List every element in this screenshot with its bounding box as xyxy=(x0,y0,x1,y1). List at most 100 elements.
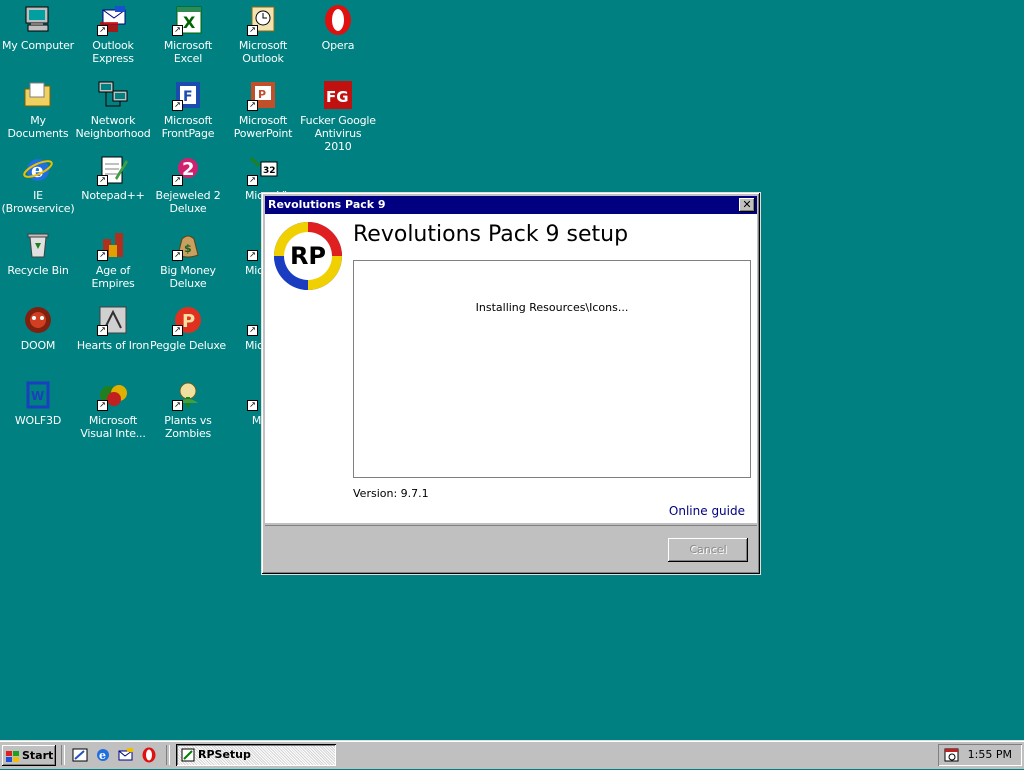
desktop-icon-microsoft-excel[interactable]: X ↗ Microsoft Excel xyxy=(150,2,226,65)
desktop-icon-outlook-express[interactable]: ↗ Outlook Express xyxy=(75,2,151,65)
peggle-icon: P ↗ xyxy=(172,304,204,336)
desktop-icon-label: Fucker Google Antivirus 2010 xyxy=(300,114,376,153)
close-button[interactable]: ✕ xyxy=(739,198,755,212)
desktop-icon-big-money[interactable]: $ ↗ Big Money Deluxe xyxy=(150,227,226,290)
hearts-of-iron-icon: ↗ xyxy=(97,304,129,336)
desktop-icon-network-neighborhood[interactable]: Network Neighborhood xyxy=(75,77,151,140)
cancel-button[interactable]: Cancel xyxy=(668,538,748,562)
folder-icon xyxy=(22,79,54,111)
clock[interactable]: 1:55 PM xyxy=(968,744,1012,766)
plants-vs-zombies-icon: ↗ xyxy=(172,379,204,411)
desktop-icon-label: Outlook Express xyxy=(92,39,134,65)
outlook-express-icon[interactable] xyxy=(118,747,134,763)
desktop-icon-label: Bejeweled 2 Deluxe xyxy=(155,189,221,215)
svg-text:FG: FG xyxy=(326,88,349,106)
scheduler-icon[interactable] xyxy=(944,747,960,763)
doom-icon xyxy=(22,304,54,336)
desktop-icon-label: IE (Browservice) xyxy=(1,189,75,215)
svg-text:32: 32 xyxy=(263,166,276,176)
opera-icon xyxy=(322,4,354,36)
dialog-content: RP Revolutions Pack 9 setup Installing R… xyxy=(265,214,757,523)
desktop-icon-microsoft-powerpoint[interactable]: P ↗ Microsoft PowerPoint xyxy=(225,77,301,140)
svg-text:X: X xyxy=(183,13,196,32)
dialog-footer: Cancel xyxy=(265,525,757,571)
taskbar-button-label: RPSetup xyxy=(198,748,251,761)
desktop-icon-wolf3d[interactable]: W WOLF3D xyxy=(0,377,76,427)
age-of-empires-icon: ↗ xyxy=(97,229,129,261)
big-money-icon: $ ↗ xyxy=(172,229,204,261)
svg-text:$: $ xyxy=(184,242,192,255)
svg-text:e: e xyxy=(99,749,106,762)
desktop-icon-label: Microsoft Excel xyxy=(163,39,213,65)
desktop-icon-my-computer[interactable]: My Computer xyxy=(0,2,76,52)
desktop-icon-my-documents[interactable]: My Documents xyxy=(0,77,76,140)
outlook-express-icon: ↗ xyxy=(97,4,129,36)
svg-text:P: P xyxy=(258,88,266,101)
desktop-icon-microsoft-outlook[interactable]: ↗ Microsoft Outlook xyxy=(225,2,301,65)
network-icon xyxy=(97,79,129,111)
desktop-icon-opera[interactable]: Opera xyxy=(300,2,376,52)
dialog-window-title: Revolutions Pack 9 xyxy=(268,198,386,211)
desktop-icon-label: Age of Empires xyxy=(91,264,135,290)
desktop-icon-label: Hearts of Iron xyxy=(76,339,150,352)
dialog-titlebar[interactable]: Revolutions Pack 9 ✕ xyxy=(265,196,757,214)
ie-icon: e xyxy=(22,154,54,186)
recycle-bin-icon xyxy=(22,229,54,261)
desktop-icon-ie[interactable]: e IE (Browservice) xyxy=(0,152,76,215)
bejeweled-icon: 2 ↗ xyxy=(172,154,204,186)
desktop-icon-age-of-empires[interactable]: ↗ Age of Empires xyxy=(75,227,151,290)
svg-text:2: 2 xyxy=(182,159,195,180)
desktop-icon-label: Big Money Deluxe xyxy=(160,264,216,290)
desktop-icon-label: My Documents xyxy=(7,114,69,140)
svg-text:P: P xyxy=(182,311,195,332)
online-guide-link[interactable]: Online guide xyxy=(669,504,745,518)
desktop-icon-label: WOLF3D xyxy=(14,414,62,427)
setup-dialog: Revolutions Pack 9 ✕ RP Revolutions Pack… xyxy=(261,192,761,575)
desktop-icon-hearts-of-iron[interactable]: ↗ Hearts of Iron xyxy=(75,302,151,352)
svg-text:W: W xyxy=(31,389,44,403)
desktop-icon-plants-vs-zombies[interactable]: ↗ Plants vs Zombies xyxy=(150,377,226,440)
desktop-icon-label: Microsoft Outlook xyxy=(238,39,288,65)
desktop-icon-label: Notepad++ xyxy=(81,189,145,202)
computer-icon xyxy=(22,4,54,36)
desktop-icon-label: Microsoft FrontPage xyxy=(161,114,215,140)
desktop-icon-bejeweled[interactable]: 2 ↗ Bejeweled 2 Deluxe xyxy=(150,152,226,215)
notepad-icon: ↗ xyxy=(97,154,129,186)
taskbar-button-rpsetup[interactable]: RPSetup xyxy=(176,744,336,766)
rp-logo-text: RP xyxy=(289,242,327,270)
powerpoint-icon: P ↗ xyxy=(247,79,279,111)
desktop-icon-label: Opera xyxy=(321,39,355,52)
opera-icon[interactable] xyxy=(141,747,157,763)
desktop-icon-label: Microsoft Visual Inte... xyxy=(80,414,146,440)
visual-32-icon: 32 ↗ xyxy=(247,154,279,186)
desktop-icon-notepad[interactable]: ↗ Notepad++ xyxy=(75,152,151,202)
install-status-text: Installing Resources\Icons... xyxy=(475,301,629,314)
desktop-icon-label: Plants vs Zombies xyxy=(164,414,212,440)
wolf3d-icon: W xyxy=(22,379,54,411)
setup-icon xyxy=(181,748,195,762)
start-label: Start xyxy=(22,749,54,762)
windows-logo-icon xyxy=(6,749,19,762)
desktop-icon-label: DOOM xyxy=(20,339,56,352)
system-tray: 1:55 PM xyxy=(938,744,1022,766)
desktop-icon-doom[interactable]: DOOM xyxy=(0,302,76,352)
desktop-icon-label: Microsoft PowerPoint xyxy=(233,114,293,140)
taskbar-separator xyxy=(166,745,170,765)
desktop-icon-label: Peggle Deluxe xyxy=(150,339,226,352)
desktop-icon-fg-antivirus[interactable]: FG Fucker Google Antivirus 2010 xyxy=(300,77,376,153)
ie-icon[interactable]: e xyxy=(95,747,111,763)
fg-antivirus-icon: FG xyxy=(322,79,354,111)
desktop-icon-visual-interdev[interactable]: ↗ Microsoft Visual Inte... xyxy=(75,377,151,440)
desktop-icon-peggle[interactable]: P ↗ Peggle Deluxe xyxy=(150,302,226,352)
install-status-box: Installing Resources\Icons... xyxy=(353,260,751,478)
frontpage-icon: F ↗ xyxy=(172,79,204,111)
desktop-icon-recycle-bin[interactable]: Recycle Bin xyxy=(0,227,76,277)
close-icon: ✕ xyxy=(742,198,752,211)
rp-logo: RP xyxy=(273,221,343,291)
start-button[interactable]: Start xyxy=(2,745,56,766)
desktop-icon-label: My Computer xyxy=(2,39,74,52)
show-desktop-icon[interactable] xyxy=(72,747,88,763)
outlook-icon: ↗ xyxy=(247,4,279,36)
version-label: Version: 9.7.1 xyxy=(353,487,429,500)
desktop-icon-microsoft-frontpage[interactable]: F ↗ Microsoft FrontPage xyxy=(150,77,226,140)
